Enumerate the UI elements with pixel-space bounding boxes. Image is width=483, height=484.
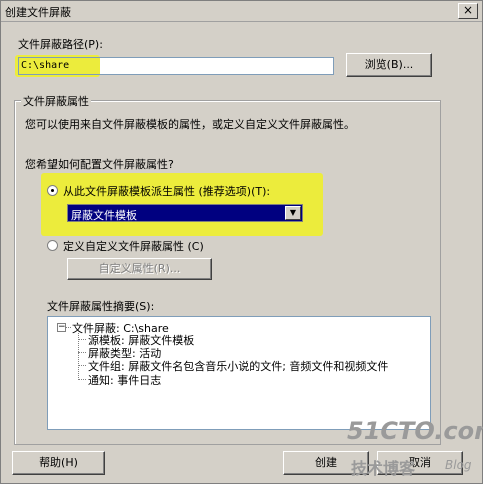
tree-branch bbox=[78, 339, 86, 340]
path-input-value: C:\share bbox=[21, 60, 70, 71]
watermark-sub: 技术博客 bbox=[351, 459, 416, 478]
help-button-label: 帮助(H) bbox=[39, 456, 78, 469]
tree-branch bbox=[78, 365, 86, 366]
tree-root-connector bbox=[66, 327, 71, 328]
browse-button[interactable]: 浏览(B)... bbox=[346, 53, 432, 77]
path-input-blank bbox=[100, 58, 333, 74]
dialog-title: 创建文件屏蔽 bbox=[5, 6, 71, 19]
watermark-blog: Blog bbox=[445, 458, 472, 472]
chevron-down-icon[interactable]: ▼ bbox=[285, 206, 301, 220]
help-button[interactable]: 帮助(H) bbox=[12, 451, 105, 475]
template-radio-dot bbox=[51, 189, 54, 192]
custom-radio[interactable] bbox=[47, 240, 58, 251]
properties-description: 您可以使用来自文件屏蔽模板的属性，或定义自定义文件屏蔽属性。 bbox=[25, 118, 355, 131]
close-icon: × bbox=[462, 3, 474, 17]
template-select-value: 屏蔽文件模板 bbox=[71, 209, 137, 222]
properties-group-title: 文件屏蔽属性 bbox=[21, 93, 91, 109]
custom-option-label[interactable]: 定义自定义文件屏蔽属性 (C) bbox=[63, 238, 204, 254]
tree-branch bbox=[78, 379, 86, 380]
close-button[interactable]: × bbox=[458, 3, 478, 19]
path-label: 文件屏蔽路径(P): bbox=[18, 38, 103, 51]
create-button-label: 创建 bbox=[315, 456, 337, 469]
template-select[interactable]: 屏蔽文件模板 ▼ bbox=[67, 204, 303, 222]
tree-item-notification[interactable]: 通知: 事件日志 bbox=[88, 372, 161, 388]
watermark-site: 51CTO.com bbox=[347, 417, 483, 445]
browse-button-label: 浏览(B)... bbox=[364, 58, 414, 71]
configure-question: 您希望如何配置文件屏蔽属性? bbox=[25, 158, 174, 171]
tree-trunk bbox=[78, 333, 79, 380]
tree-branch bbox=[78, 352, 86, 353]
title-bar: 创建文件屏蔽 × bbox=[1, 1, 482, 22]
create-file-screen-dialog: 创建文件屏蔽 × 文件屏蔽路径(P): C:\share 浏览(B)... 文件… bbox=[0, 0, 483, 484]
summary-tree[interactable]: − 文件屏蔽: C:\share 源模板: 屏蔽文件模板 屏蔽类型: 活动 文件… bbox=[47, 316, 431, 430]
custom-properties-button[interactable]: 自定义属性(R)... bbox=[67, 258, 212, 280]
template-option-label[interactable]: 从此文件屏蔽模板派生属性 (推荐选项)(T): bbox=[63, 183, 270, 199]
summary-label: 文件屏蔽属性摘要(S): bbox=[47, 300, 155, 313]
template-radio[interactable] bbox=[47, 185, 58, 196]
custom-properties-button-label: 自定义属性(R)... bbox=[98, 262, 181, 275]
collapse-icon[interactable]: − bbox=[57, 323, 66, 332]
